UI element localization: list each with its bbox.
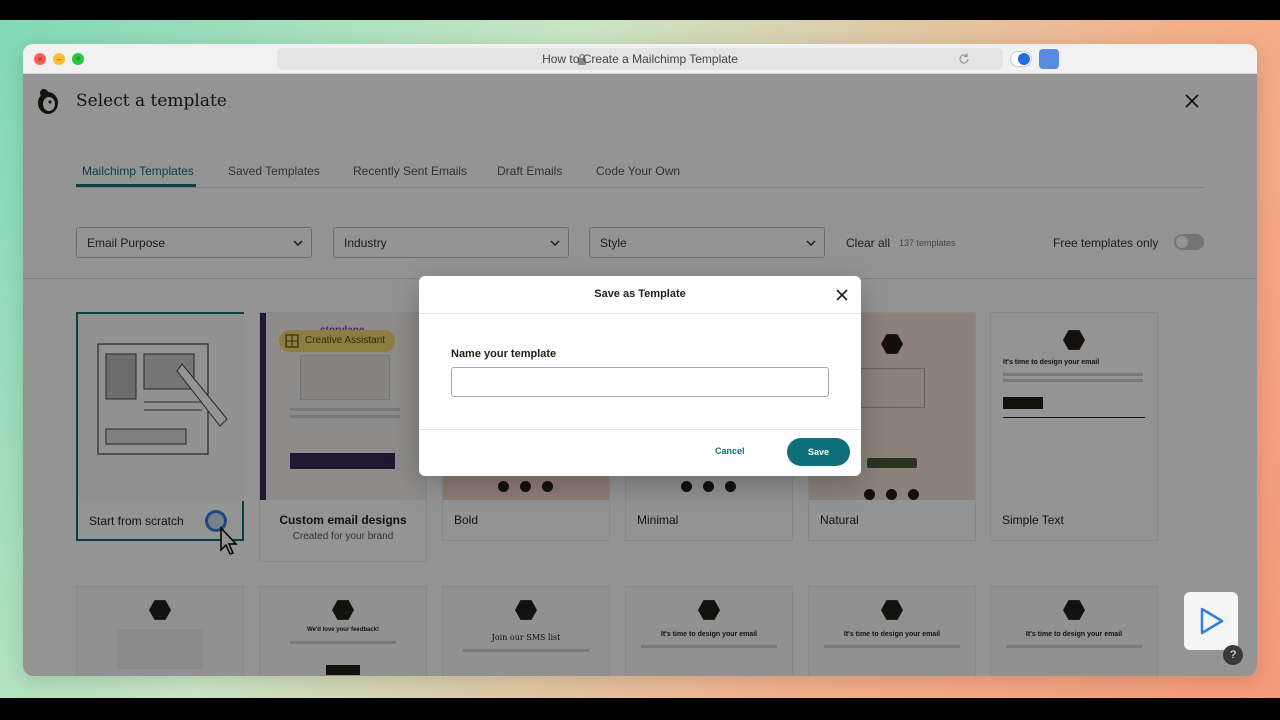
save-button[interactable]: Save [787,438,850,466]
extension-toggle[interactable] [1010,51,1032,67]
save-template-modal: Save as Template Name your template Canc… [419,276,861,476]
modal-footer-divider [419,429,861,430]
reload-icon[interactable] [957,52,971,66]
play-icon [1200,607,1224,635]
cancel-button[interactable]: Cancel [715,446,745,456]
extension-icon[interactable] [1039,49,1059,69]
close-window-button[interactable]: × [34,53,46,65]
template-name-input[interactable] [451,367,829,397]
browser-titlebar: × – + How to Create a Mailchimp Template [23,44,1257,74]
help-button[interactable]: ? [1223,645,1243,665]
modal-header: Save as Template [419,276,861,314]
address-bar[interactable]: How to Create a Mailchimp Template [277,48,1003,70]
maximize-window-button[interactable]: + [72,53,84,65]
minimize-window-button[interactable]: – [53,53,65,65]
address-bar-title: How to Create a Mailchimp Template [542,52,738,66]
close-icon[interactable] [835,288,849,302]
browser-window: × – + How to Create a Mailchimp Template [23,44,1257,676]
letterbox-bottom [0,698,1280,720]
video-play-button[interactable] [1184,592,1238,650]
modal-title: Save as Template [594,288,686,300]
template-name-label: Name your template [451,348,557,360]
letterbox-top [0,0,1280,20]
